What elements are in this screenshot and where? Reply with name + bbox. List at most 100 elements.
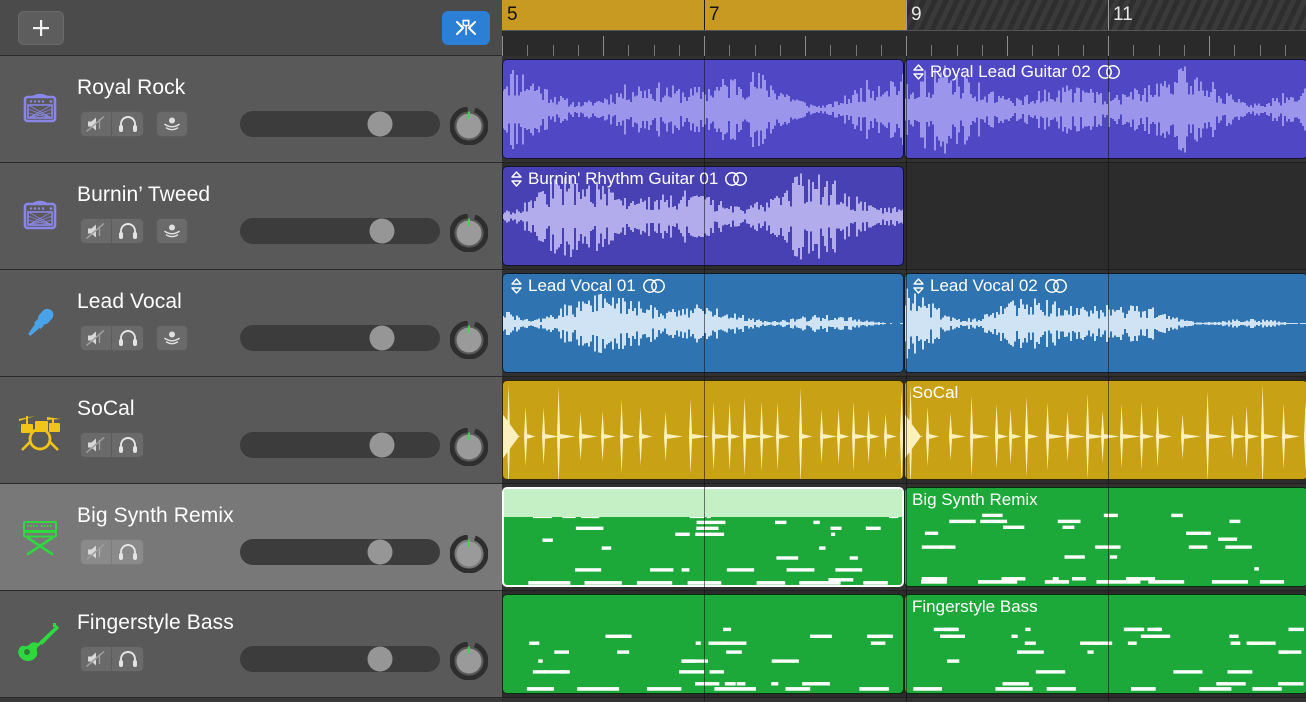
mute-button[interactable] — [80, 325, 112, 351]
volume-slider[interactable] — [240, 646, 440, 672]
mute-button[interactable] — [80, 218, 112, 244]
track-lane[interactable]: Big Synth Remix — [502, 484, 1306, 591]
region[interactable]: Lead Vocal 01 — [502, 273, 904, 373]
pan-knob-control[interactable] — [450, 214, 488, 252]
ruler-tick — [578, 45, 579, 56]
region[interactable] — [502, 380, 904, 480]
crossfade-tool-button[interactable] — [442, 11, 490, 45]
volume-slider-thumb[interactable] — [370, 219, 395, 244]
drumkit-icon — [17, 407, 63, 453]
track-name[interactable]: Lead Vocal — [77, 290, 182, 314]
mute-button[interactable] — [80, 539, 112, 565]
volume-slider[interactable] — [240, 218, 440, 244]
track-name[interactable]: Royal Rock — [77, 76, 185, 100]
volume-slider-thumb[interactable] — [368, 540, 393, 565]
pan-knob-control[interactable] — [450, 428, 488, 466]
pan-knob[interactable] — [450, 214, 488, 252]
pan-knob-control[interactable] — [450, 642, 488, 680]
headphones-solo-icon — [117, 329, 139, 347]
volume-slider-thumb[interactable] — [368, 647, 393, 672]
ruler-tick — [906, 36, 907, 56]
region[interactable] — [502, 487, 904, 587]
top-strip: 57911 — [0, 0, 1306, 56]
crossfade-icon — [451, 16, 481, 40]
volume-slider[interactable] — [240, 111, 440, 137]
volume-slider[interactable] — [240, 432, 440, 458]
region[interactable]: Royal Lead Guitar 02 — [904, 59, 1306, 159]
region[interactable]: SoCal — [904, 380, 1306, 480]
add-track-button[interactable] — [18, 11, 64, 45]
volume-slider-thumb[interactable] — [368, 112, 393, 137]
ruler-tick — [628, 45, 629, 56]
ruler-tick — [856, 45, 857, 56]
solo-button[interactable] — [112, 646, 144, 672]
solo-button[interactable] — [112, 218, 144, 244]
bar-line — [906, 0, 907, 30]
track-name[interactable]: Big Synth Remix — [77, 504, 234, 528]
track-button-group — [80, 325, 188, 351]
workspace: Royal Rock Burnin’ Tweed — [0, 56, 1306, 702]
grid-bar-line — [906, 56, 907, 702]
arrange-area[interactable]: Royal Lead Guitar 02 Burnin' Rhythm Guit… — [502, 56, 1306, 702]
input-monitor-button[interactable] — [156, 218, 188, 244]
ruler-cycle-row[interactable]: 57911 — [502, 0, 1306, 30]
mute-icon — [85, 115, 107, 133]
ruler-tick — [1260, 45, 1261, 56]
pan-knob[interactable] — [450, 107, 488, 145]
track-header[interactable]: Burnin’ Tweed — [0, 163, 502, 270]
track-lane[interactable]: Fingerstyle Bass — [502, 591, 1306, 698]
pan-knob-control[interactable] — [450, 321, 488, 359]
mute-button[interactable] — [80, 111, 112, 137]
track-name[interactable]: Fingerstyle Bass — [77, 611, 234, 635]
mute-button[interactable] — [80, 646, 112, 672]
volume-slider-thumb[interactable] — [370, 433, 395, 458]
timeline-ruler[interactable]: 57911 — [502, 0, 1306, 56]
pan-knob-control[interactable] — [450, 107, 488, 145]
volume-slider-thumb[interactable] — [370, 326, 395, 351]
mute-button[interactable] — [80, 432, 112, 458]
track-header[interactable]: SoCal — [0, 377, 502, 484]
headphones-solo-icon — [117, 543, 139, 561]
track-lane[interactable]: Burnin' Rhythm Guitar 01 — [502, 163, 1306, 270]
pan-knob[interactable] — [450, 321, 488, 359]
input-monitor-button[interactable] — [156, 111, 188, 137]
grid-bar-line — [704, 56, 705, 702]
track-lane[interactable]: SoCal — [502, 377, 1306, 484]
region[interactable] — [502, 594, 904, 694]
solo-button[interactable] — [112, 111, 144, 137]
midi-note-grid — [905, 595, 1306, 694]
solo-button[interactable] — [112, 432, 144, 458]
solo-button[interactable] — [112, 325, 144, 351]
pan-knob[interactable] — [450, 535, 488, 573]
ruler-tick — [603, 36, 604, 56]
volume-slider[interactable] — [240, 325, 440, 351]
track-lane[interactable]: Lead Vocal 01 Lead Vocal 02 — [502, 270, 1306, 377]
track-button-group — [80, 646, 144, 672]
track-lane[interactable]: Royal Lead Guitar 02 — [502, 56, 1306, 163]
track-header[interactable]: Royal Rock — [0, 56, 502, 163]
region[interactable]: Big Synth Remix — [904, 487, 1306, 587]
pan-knob-control[interactable] — [450, 535, 488, 573]
ruler-tick — [679, 45, 680, 56]
pan-knob[interactable] — [450, 428, 488, 466]
track-name[interactable]: SoCal — [77, 397, 135, 421]
solo-button[interactable] — [112, 539, 144, 565]
region[interactable]: Burnin' Rhythm Guitar 01 — [502, 166, 904, 266]
track-name[interactable]: Burnin’ Tweed — [77, 183, 210, 207]
drumkit-icon — [17, 408, 63, 452]
volume-slider[interactable] — [240, 539, 440, 565]
region[interactable]: Fingerstyle Bass — [904, 594, 1306, 694]
region[interactable] — [502, 59, 904, 159]
track-header[interactable]: Lead Vocal — [0, 270, 502, 377]
input-monitor-button[interactable] — [156, 325, 188, 351]
headphones-solo-icon — [117, 115, 139, 133]
mute-icon — [85, 222, 107, 240]
amp-icon — [20, 196, 60, 236]
pan-knob[interactable] — [450, 642, 488, 680]
track-header[interactable]: Big Synth Remix — [0, 484, 502, 591]
input-monitor-icon — [161, 222, 183, 240]
mute-icon — [85, 436, 107, 454]
ruler-tick — [1234, 45, 1235, 56]
track-header[interactable]: Fingerstyle Bass — [0, 591, 502, 698]
region[interactable]: Lead Vocal 02 — [904, 273, 1306, 373]
